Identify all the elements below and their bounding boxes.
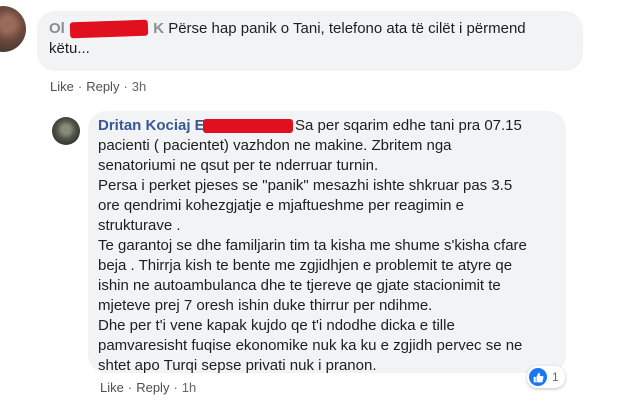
reaction-count: 1	[552, 370, 559, 384]
reply-line-1: Dritan Kociaj E Sa per sqarim edhe tani …	[98, 116, 556, 136]
comment-like-link[interactable]: Like	[50, 79, 74, 94]
reply-text-line: Dhe per t'i vene kapak kujdo qe t'i ndod…	[98, 317, 455, 334]
comment-author-name[interactable]: Ol K	[49, 19, 168, 39]
comment-reply-link[interactable]: Reply	[86, 79, 119, 94]
separator-dot: ·	[123, 79, 128, 94]
reply-text-line: shtet apo Turqi sepse privati nuk i pran…	[98, 357, 377, 374]
separator-dot: ·	[77, 79, 83, 94]
reply-bubble: Dritan Kociaj E Sa per sqarim edhe tani …	[88, 111, 566, 374]
comment-line-1: Ol K Përse hap panik o Tani, telefono at…	[49, 19, 571, 39]
separator-dot: ·	[127, 380, 133, 395]
reply-text-line: mjeteve prej 7 oresh ishin duke thirrur …	[98, 297, 433, 314]
author-name-redaction	[202, 119, 293, 134]
reply-text-line: ishin ne autoambulanca dhe te tjereve qe…	[98, 277, 501, 294]
reply-timestamp[interactable]: 1h	[182, 380, 196, 395]
comment-text-line-2: këtu...	[49, 40, 90, 57]
reply-text-line: senatoriumi ne qsut per te nderruar turn…	[98, 157, 379, 174]
reply-text-line: Persa i perket pjeses se "panik" mesazhi…	[98, 177, 513, 194]
separator-dot: ·	[173, 380, 178, 395]
comment-bubble: Ol K Përse hap panik o Tani, telefono at…	[37, 11, 583, 71]
reply-text-line: Te garantoj se dhe familjarin tim ta kis…	[98, 237, 527, 254]
reply-text-line: strukturave .	[98, 217, 181, 234]
reply-text-line: beja . Thirrja kish te bente me zgjidhje…	[98, 257, 513, 274]
reply-text-line: pamvaresisht fuqise ekonomike nuk ka ku …	[98, 337, 523, 354]
comment-author-suffix: K	[153, 20, 165, 37]
reply-author-name[interactable]: Dritan Kociaj E	[98, 117, 205, 134]
commenter-avatar[interactable]	[0, 6, 26, 52]
reply-text-line: ore qendrimi kohezgjatje e mjaftueshme p…	[98, 197, 465, 214]
reaction-summary[interactable]: 1	[527, 366, 565, 388]
reply-reply-link[interactable]: Reply	[136, 380, 169, 395]
comment-author-prefix: Ol	[49, 20, 65, 37]
reply-text-line: pacienti ( pacientet) vazhdon ne makine.…	[98, 137, 452, 154]
thumbs-up-glyph	[533, 372, 544, 382]
reply-actions: Like · Reply · 1h	[100, 380, 196, 395]
comment-timestamp[interactable]: 3h	[132, 79, 146, 94]
comment-actions: Like · Reply · 3h	[50, 79, 146, 94]
reply-text-line: Sa per sqarim edhe tani pra 07.15	[295, 117, 522, 134]
thumbs-up-icon	[529, 368, 547, 386]
comment-text-line-1: Përse hap panik o Tani, telefono ata të …	[168, 20, 526, 37]
reply-author-avatar[interactable]	[52, 117, 80, 145]
author-name-redaction	[69, 19, 149, 39]
reply-like-link[interactable]: Like	[100, 380, 124, 395]
